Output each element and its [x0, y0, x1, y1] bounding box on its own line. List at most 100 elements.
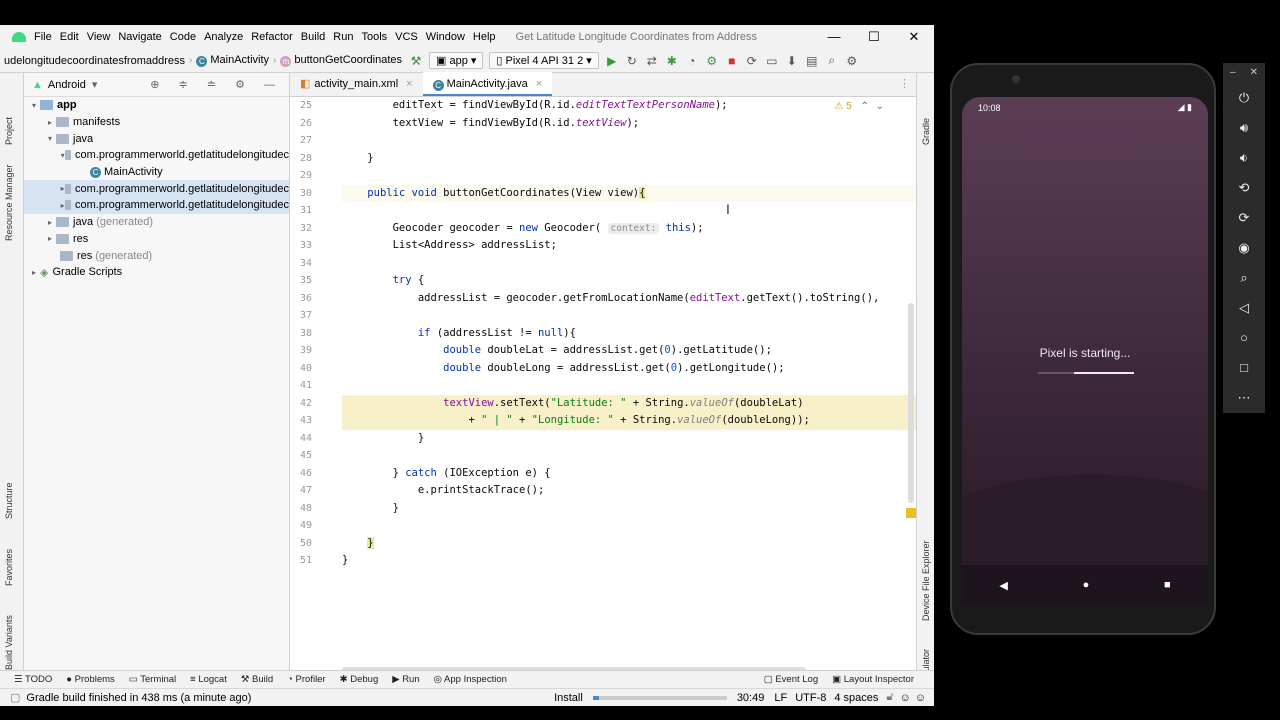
code-area[interactable]: editText = findViewById(R.id.editTextTex… — [342, 97, 916, 673]
menu-run[interactable]: Run — [333, 31, 359, 43]
tree-item-java-generated[interactable]: ▸ java (generated) — [24, 214, 289, 231]
run-icon[interactable]: ▶ — [602, 54, 622, 68]
build-variants-tool-tab[interactable]: Build Variants — [4, 615, 14, 670]
volume-down-icon[interactable]: 🔉︎ — [1223, 143, 1265, 173]
debug-icon[interactable]: ✱ — [662, 54, 682, 68]
structure-tool-tab[interactable]: Structure — [4, 482, 14, 519]
chevron-right-icon[interactable]: ▸ — [44, 118, 56, 127]
smiley-icon[interactable]: ☺ — [900, 692, 911, 704]
search-icon[interactable]: ⌕ — [822, 53, 842, 68]
profile-icon[interactable]: ◔ — [682, 54, 702, 68]
breadcrumb-project[interactable]: udelongitudecoordinatesfromaddress — [0, 55, 189, 67]
status-message[interactable]: Gradle build finished in 438 ms (a minut… — [26, 692, 251, 704]
chevron-right-icon[interactable]: ▸ — [28, 268, 40, 277]
run-tool-button[interactable]: ▶ Run — [392, 674, 419, 685]
settings-icon[interactable]: ⚙ — [842, 54, 862, 68]
caret-position[interactable]: 30:49 — [737, 692, 765, 704]
layout-inspector-tool-button[interactable]: ▣ Layout Inspector — [832, 674, 914, 685]
chevron-down-icon[interactable]: ▾ — [92, 78, 98, 91]
gradle-tool-tab[interactable]: Gradle — [921, 118, 931, 145]
terminal-tool-button[interactable]: ▭ Terminal — [129, 674, 176, 685]
run-config-dropdown[interactable]: ▣ app ▾ — [429, 52, 484, 69]
apply-changes-icon[interactable]: ⇄ — [642, 54, 662, 68]
screenshot-icon[interactable]: ◉ — [1223, 233, 1265, 263]
tree-item-package-test[interactable]: ▸ com.programmerworld.getlatitudelongitud… — [24, 197, 289, 214]
menu-code[interactable]: Code — [170, 31, 202, 43]
favorites-tool-tab[interactable]: Favorites — [4, 549, 14, 586]
close-icon[interactable]: ✕ — [1250, 63, 1258, 83]
tab-activity-main-xml[interactable]: ◧ activity_main.xml × — [290, 72, 423, 96]
sync-icon[interactable]: ⟳ — [742, 54, 762, 68]
status-toggle-icon[interactable]: ▢ — [10, 691, 20, 704]
overview-icon[interactable]: □ — [1223, 353, 1265, 383]
emulator-screen[interactable]: 10:08 ◢ ▮ Pixel is starting... ◀ ● ■ — [962, 97, 1208, 605]
menu-refactor[interactable]: Refactor — [251, 31, 299, 43]
more-icon[interactable]: ⋯ — [1223, 383, 1265, 413]
tree-item-manifests[interactable]: ▸ manifests — [24, 114, 289, 131]
todo-tool-button[interactable]: ☰ TODO — [14, 674, 52, 685]
menu-analyze[interactable]: Analyze — [204, 31, 249, 43]
chevron-down-icon[interactable]: ▾ — [28, 101, 40, 110]
back-icon[interactable]: ◁ — [1223, 293, 1265, 323]
project-view-selector[interactable]: Android — [48, 79, 86, 91]
line-separator[interactable]: LF — [774, 692, 787, 704]
minimize-icon[interactable]: – — [1230, 63, 1236, 83]
menu-edit[interactable]: Edit — [60, 31, 85, 43]
menu-build[interactable]: Build — [301, 31, 331, 43]
attach-debugger-icon[interactable]: ⚙ — [702, 54, 722, 68]
device-dropdown[interactable]: ▯ Pixel 4 API 31 2 ▾ — [489, 52, 599, 69]
warning-marker[interactable] — [906, 508, 916, 518]
chevron-down-icon[interactable]: ▾ — [44, 134, 56, 143]
device-manager-icon[interactable]: ▤ — [802, 54, 822, 68]
device-file-explorer-tool-tab[interactable]: Device File Explorer — [921, 540, 931, 621]
close-tab-icon[interactable]: × — [406, 78, 412, 90]
resource-manager-tool-tab[interactable]: Resource Manager — [4, 164, 14, 241]
panel-toolbar-icons[interactable]: ⊕ ≑ ≐ ⚙ — — [150, 78, 283, 91]
menu-file[interactable]: File — [34, 31, 58, 43]
indent-setting[interactable]: 4 spaces — [834, 692, 878, 704]
build-tool-button[interactable]: ⚒ Build — [241, 674, 273, 685]
inspection-icon[interactable]: ☺ — [915, 692, 926, 704]
tab-options-icon[interactable]: ⋮ — [899, 77, 916, 96]
breadcrumb-method[interactable]: m buttonGetCoordinates — [276, 54, 406, 67]
menu-tools[interactable]: Tools — [361, 31, 393, 43]
problems-tool-button[interactable]: ● Problems — [66, 674, 115, 685]
chevron-right-icon[interactable]: ▸ — [44, 218, 56, 227]
menu-view[interactable]: View — [87, 31, 117, 43]
maximize-button[interactable]: ☐ — [854, 25, 894, 49]
avd-manager-icon[interactable]: ▭ — [762, 54, 782, 68]
project-tool-tab[interactable]: Project — [4, 117, 14, 145]
volume-up-icon[interactable]: 🔊︎ — [1223, 113, 1265, 143]
menu-vcs[interactable]: VCS — [395, 31, 424, 43]
hammer-icon[interactable]: ⚒ — [406, 54, 426, 68]
tree-item-res[interactable]: ▸ res — [24, 231, 289, 248]
debug-tool-button[interactable]: ✱ Debug — [340, 674, 379, 685]
stop-icon[interactable]: ■ — [722, 54, 742, 68]
tree-item-package-main[interactable]: ▾ com.programmerworld.getlatitudelongitud… — [24, 147, 289, 164]
profiler-tool-button[interactable]: ◔ Profiler — [287, 674, 325, 685]
zoom-icon[interactable]: ⌕ — [1223, 263, 1265, 293]
tab-mainactivity-java[interactable]: C MainActivity.java × — [422, 72, 553, 96]
power-icon[interactable]: ⏻ — [1223, 83, 1265, 113]
file-encoding[interactable]: UTF-8 — [795, 692, 826, 704]
rerun-icon[interactable]: ↻ — [622, 54, 642, 68]
tree-item-res-generated[interactable]: res (generated) — [24, 247, 289, 264]
nav-back-icon[interactable]: ◀ — [999, 579, 1007, 592]
lock-icon[interactable]: 🔓︎ — [886, 691, 893, 704]
menu-navigate[interactable]: Navigate — [118, 31, 167, 43]
chevron-right-icon[interactable]: ▸ — [44, 234, 56, 243]
tree-item-app[interactable]: ▾ app — [24, 97, 289, 114]
rotate-right-icon[interactable]: ⟳ — [1223, 203, 1265, 233]
breadcrumb-class[interactable]: C MainActivity — [192, 54, 273, 67]
nav-home-icon[interactable]: ● — [1083, 579, 1090, 591]
event-log-tool-button[interactable]: ▢ Event Log — [764, 674, 818, 685]
logcat-tool-button[interactable]: ≡ Logcat — [190, 674, 227, 685]
vertical-scrollbar[interactable] — [908, 303, 914, 503]
minimize-button[interactable]: — — [814, 25, 854, 49]
home-icon[interactable]: ○ — [1223, 323, 1265, 353]
tree-item-mainactivity[interactable]: C MainActivity — [24, 164, 289, 181]
close-tab-icon[interactable]: × — [536, 78, 542, 90]
menu-help[interactable]: Help — [473, 31, 502, 43]
close-button[interactable]: ✕ — [894, 25, 934, 49]
menu-window[interactable]: Window — [426, 31, 471, 43]
